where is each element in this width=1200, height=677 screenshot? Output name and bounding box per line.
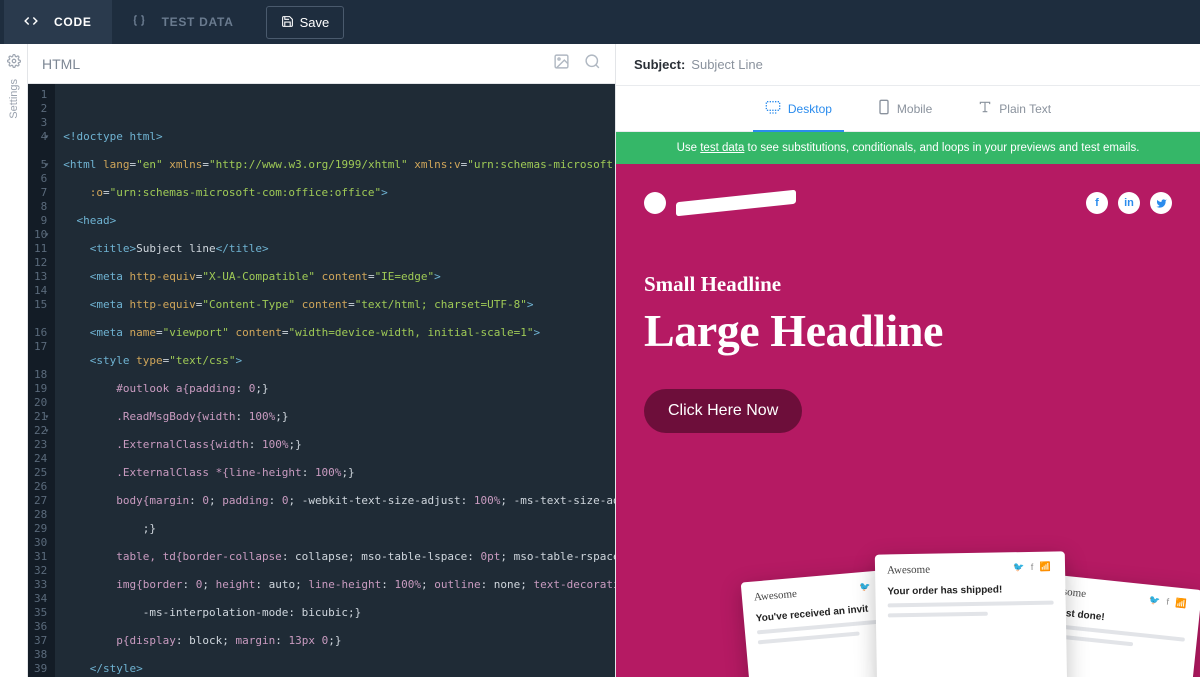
settings-rail[interactable]: Settings: [0, 44, 28, 677]
tab-mobile[interactable]: Mobile: [872, 86, 938, 131]
email-preview: f in Small Headline Large Headline Click…: [616, 164, 1200, 677]
tab-test-data-label: TEST DATA: [162, 16, 234, 28]
email-cards: Awesome🐦 f 📶 You've received an invit Aw…: [746, 547, 1190, 677]
subject-label: Subject:: [634, 57, 685, 72]
preview-pane: Subject: Subject Line Desktop Mobile: [616, 44, 1200, 677]
topbar: CODE TEST DATA Save: [0, 0, 1200, 44]
code-editor[interactable]: 1234567891011121314151617181920212223242…: [28, 84, 615, 677]
editor-pane: HTML 12345678910111213141516171819202122…: [28, 44, 616, 677]
code-content[interactable]: <!doctype html> <html lang="en" xmlns="h…: [55, 84, 615, 677]
preview-view-tabs: Desktop Mobile Plain Text: [616, 86, 1200, 132]
text-icon: [978, 100, 992, 117]
line-gutter: 1234567891011121314151617181920212223242…: [28, 84, 55, 677]
tab-test-data[interactable]: TEST DATA: [112, 0, 254, 44]
editor-header: HTML: [28, 44, 615, 84]
facebook-icon[interactable]: f: [1086, 192, 1108, 214]
code-icon: [24, 14, 46, 30]
tab-desktop-label: Desktop: [788, 102, 832, 116]
gear-icon: [7, 54, 21, 73]
save-icon: [281, 15, 294, 30]
social-icons: f in: [1086, 192, 1172, 214]
editor-title: HTML: [42, 56, 80, 72]
linkedin-icon[interactable]: in: [1118, 192, 1140, 214]
mobile-icon: [878, 99, 890, 118]
email-cta-button[interactable]: Click Here Now: [644, 389, 802, 433]
subject-value: Subject Line: [691, 57, 763, 72]
braces-icon: [132, 14, 154, 30]
settings-label: Settings: [8, 79, 20, 119]
save-label: Save: [300, 16, 330, 29]
tab-plain-text[interactable]: Plain Text: [972, 86, 1057, 131]
tab-code[interactable]: CODE: [4, 0, 112, 44]
search-icon[interactable]: [584, 53, 601, 75]
tab-mobile-label: Mobile: [897, 102, 932, 116]
tab-code-label: CODE: [54, 16, 92, 28]
card-2: Awesome🐦 f 📶 Your order has shipped!: [875, 551, 1067, 677]
twitter-icon[interactable]: [1150, 192, 1172, 214]
tab-desktop[interactable]: Desktop: [759, 86, 838, 131]
email-small-headline: Small Headline: [644, 272, 1172, 297]
banner-link[interactable]: test data: [700, 142, 744, 154]
preview-banner: Use test data to see substitutions, cond…: [616, 132, 1200, 164]
save-button[interactable]: Save: [266, 6, 345, 39]
email-large-headline: Large Headline: [644, 307, 1172, 355]
subject-row: Subject: Subject Line: [616, 44, 1200, 86]
tab-plain-label: Plain Text: [999, 102, 1051, 116]
email-logo: [644, 192, 796, 214]
image-icon[interactable]: [553, 53, 570, 75]
desktop-icon: [765, 100, 781, 117]
